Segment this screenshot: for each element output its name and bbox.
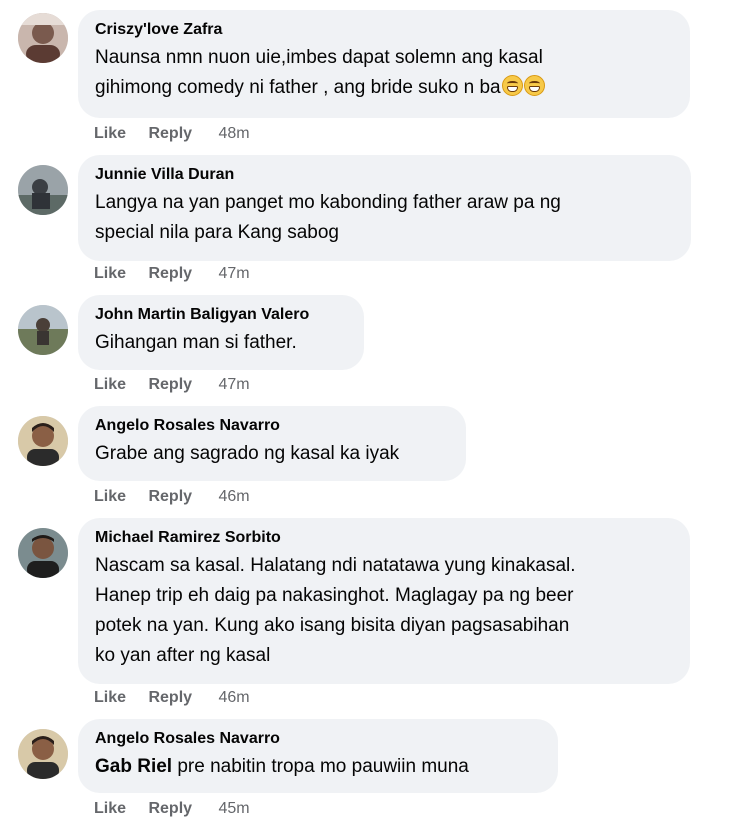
comment-timestamp[interactable]: 46m <box>219 689 250 707</box>
comment-author[interactable]: John Martin Baligyan Valero <box>95 305 346 325</box>
reply-button[interactable]: Reply <box>148 800 192 818</box>
avatar[interactable] <box>18 13 68 63</box>
comment-bubble: Michael Ramirez Sorbito Nascam sa kasal.… <box>78 518 690 684</box>
comment-line: Nascam sa kasal. Halatang ndi natatawa y… <box>95 555 576 576</box>
comment-author[interactable]: Criszy'love Zafra <box>95 20 672 40</box>
comment-actions: Like Reply 48m <box>94 125 250 143</box>
comment-text: Nascam sa kasal. Halatang ndi natatawa y… <box>95 551 672 671</box>
comment-actions: Like Reply 47m <box>94 265 250 283</box>
comment-line: ko yan after ng kasal <box>95 645 271 666</box>
comment-line: Gab Riel pre nabitin tropa mo pauwiin mu… <box>95 752 540 782</box>
comment-actions: Like Reply 47m <box>94 376 250 394</box>
comment-line: Grabe ang sagrado ng kasal ka iyak <box>95 443 400 464</box>
comment-author[interactable]: Angelo Rosales Navarro <box>95 729 540 749</box>
reply-button[interactable]: Reply <box>148 265 192 283</box>
reply-button[interactable]: Reply <box>148 376 192 394</box>
comment-line: Naunsa nmn nuon uie,imbes dapat solemn a… <box>95 47 543 68</box>
like-button[interactable]: Like <box>94 265 126 283</box>
like-button[interactable]: Like <box>94 376 126 394</box>
reply-button[interactable]: Reply <box>148 488 192 506</box>
mention-link[interactable]: Gab Riel <box>95 756 172 777</box>
like-button[interactable]: Like <box>94 689 126 707</box>
avatar[interactable] <box>18 729 68 779</box>
comment-timestamp[interactable]: 47m <box>219 376 250 394</box>
comment-bubble: Criszy'love Zafra Naunsa nmn nuon uie,im… <box>78 10 690 118</box>
grinning-squinting-face-icon <box>523 75 545 96</box>
comment-bubble: Angelo Rosales Navarro Gab Riel pre nabi… <box>78 719 558 793</box>
comment-line: potek na yan. Kung ako isang bisita diya… <box>95 615 570 636</box>
comment-author[interactable]: Angelo Rosales Navarro <box>95 416 448 436</box>
comment-timestamp[interactable]: 47m <box>219 265 250 283</box>
comment-line-with-emoji: gihimong comedy ni father , ang bride su… <box>95 73 672 103</box>
comment-bubble: Junnie Villa Duran Langya na yan panget … <box>78 155 691 261</box>
comment-text: Naunsa nmn nuon uie,imbes dapat solemn a… <box>95 43 672 103</box>
like-button[interactable]: Like <box>94 125 126 143</box>
comment-text: Grabe ang sagrado ng kasal ka iyak <box>95 439 448 469</box>
comment-line: Gihangan man si father. <box>95 332 297 353</box>
comment-timestamp[interactable]: 45m <box>219 800 250 818</box>
comment-author[interactable]: Junnie Villa Duran <box>95 165 673 185</box>
comment-timestamp[interactable]: 48m <box>219 125 250 143</box>
comment-line: Hanep trip eh daig pa nakasinghot. Magla… <box>95 585 574 606</box>
comment-actions: Like Reply 46m <box>94 689 250 707</box>
comment-actions: Like Reply 45m <box>94 800 250 818</box>
comments-list: Criszy'love Zafra Naunsa nmn nuon uie,im… <box>0 0 750 826</box>
comment-line: special nila para Kang sabog <box>95 222 340 243</box>
comment-line: gihimong comedy ni father , ang bride su… <box>95 77 501 98</box>
like-button[interactable]: Like <box>94 488 126 506</box>
comment-text: Gab Riel pre nabitin tropa mo pauwiin mu… <box>95 752 540 782</box>
avatar[interactable] <box>18 416 68 466</box>
comment-bubble: Angelo Rosales Navarro Grabe ang sagrado… <box>78 406 466 481</box>
comment-line-text: pre nabitin tropa mo pauwiin muna <box>172 756 469 777</box>
reply-button[interactable]: Reply <box>148 125 192 143</box>
comment-actions: Like Reply 46m <box>94 488 250 506</box>
avatar[interactable] <box>18 165 68 215</box>
like-button[interactable]: Like <box>94 800 126 818</box>
comment-line: Langya na yan panget mo kabonding father… <box>95 192 561 213</box>
comment-timestamp[interactable]: 46m <box>219 488 250 506</box>
comment-bubble: John Martin Baligyan Valero Gihangan man… <box>78 295 364 370</box>
avatar[interactable] <box>18 528 68 578</box>
comment-text: Langya na yan panget mo kabonding father… <box>95 188 673 248</box>
reply-button[interactable]: Reply <box>148 689 192 707</box>
comment-text: Gihangan man si father. <box>95 328 346 358</box>
avatar[interactable] <box>18 305 68 355</box>
comment-author[interactable]: Michael Ramirez Sorbito <box>95 528 672 548</box>
grinning-squinting-face-icon <box>501 75 523 96</box>
